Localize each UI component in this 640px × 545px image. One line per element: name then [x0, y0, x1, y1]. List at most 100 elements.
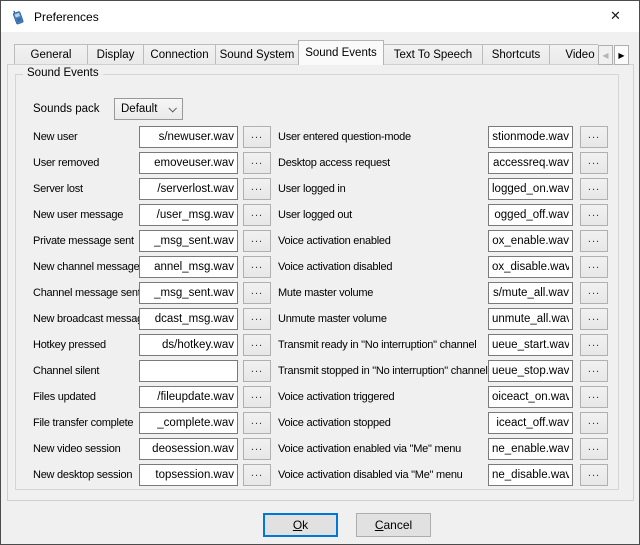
sound-file-input[interactable]: [139, 152, 238, 174]
event-row: Mute master volume ...: [278, 282, 608, 304]
sound-file-input[interactable]: [488, 152, 573, 174]
tab-sound-system[interactable]: Sound System: [215, 44, 299, 65]
tab-general[interactable]: General: [14, 44, 88, 65]
browse-button[interactable]: ...: [580, 204, 608, 226]
tab-video[interactable]: Video: [549, 44, 598, 65]
sound-file-input[interactable]: [139, 126, 238, 148]
event-label: Private message sent: [33, 235, 139, 247]
browse-button[interactable]: ...: [243, 412, 271, 434]
event-label: Transmit ready in "No interruption" chan…: [278, 339, 488, 351]
ellipsis-icon: ...: [251, 286, 263, 297]
tab-connection[interactable]: Connection: [143, 44, 216, 65]
sound-file-input[interactable]: [139, 308, 238, 330]
browse-button[interactable]: ...: [580, 308, 608, 330]
sound-file-input[interactable]: [488, 438, 573, 460]
browse-button[interactable]: ...: [243, 438, 271, 460]
close-button[interactable]: ✕: [593, 1, 638, 31]
sound-file-input[interactable]: [488, 282, 573, 304]
browse-button[interactable]: ...: [580, 464, 608, 486]
sound-file-input[interactable]: [488, 256, 573, 278]
browse-button[interactable]: ...: [580, 178, 608, 200]
sound-file-input[interactable]: [488, 386, 573, 408]
event-row: New broadcast message ...: [33, 308, 271, 330]
sound-file-input[interactable]: [139, 256, 238, 278]
sound-file-input[interactable]: [488, 464, 573, 486]
tab-bar: General Display Connection Sound System …: [14, 40, 598, 65]
tab-sound-events[interactable]: Sound Events: [298, 40, 384, 65]
teamtalk-app-icon: [10, 9, 26, 25]
ellipsis-icon: ...: [251, 364, 263, 375]
event-label: Voice activation triggered: [278, 391, 488, 403]
ellipsis-icon: ...: [251, 338, 263, 349]
sound-file-input[interactable]: [488, 204, 573, 226]
event-label: Voice activation enabled via "Me" menu: [278, 443, 488, 455]
cancel-button[interactable]: Cancel: [356, 513, 431, 537]
tab-shortcuts[interactable]: Shortcuts: [482, 44, 550, 65]
arrow-right-icon: ▶: [618, 51, 624, 60]
event-row: Transmit ready in "No interruption" chan…: [278, 334, 608, 356]
groupbox-title: Sound Events: [23, 67, 103, 79]
event-label: New video session: [33, 443, 139, 455]
browse-button[interactable]: ...: [243, 334, 271, 356]
browse-button[interactable]: ...: [580, 152, 608, 174]
browse-button[interactable]: ...: [243, 360, 271, 382]
sound-file-input[interactable]: [139, 464, 238, 486]
sounds-pack-select[interactable]: Default: [114, 98, 183, 120]
browse-button[interactable]: ...: [243, 230, 271, 252]
browse-button[interactable]: ...: [243, 204, 271, 226]
event-row: User logged in ...: [278, 178, 608, 200]
event-row: New desktop session ...: [33, 464, 271, 486]
browse-button[interactable]: ...: [243, 386, 271, 408]
sound-file-input[interactable]: [139, 386, 238, 408]
ok-button[interactable]: Ok: [263, 513, 338, 537]
browse-button[interactable]: ...: [580, 386, 608, 408]
sound-file-input[interactable]: [488, 334, 573, 356]
sound-file-input[interactable]: [488, 308, 573, 330]
event-row: Server lost ...: [33, 178, 271, 200]
browse-button[interactable]: ...: [580, 360, 608, 382]
browse-button[interactable]: ...: [243, 308, 271, 330]
event-row: Hotkey pressed ...: [33, 334, 271, 356]
ellipsis-icon: ...: [251, 390, 263, 401]
sound-file-input[interactable]: [488, 360, 573, 382]
tab-scroll-left-button[interactable]: ◀: [598, 45, 613, 65]
sound-file-input[interactable]: [488, 126, 573, 148]
sound-file-input[interactable]: [139, 230, 238, 252]
ellipsis-icon: ...: [251, 208, 263, 219]
sound-file-input[interactable]: [139, 412, 238, 434]
ellipsis-icon: ...: [588, 338, 600, 349]
browse-button[interactable]: ...: [580, 230, 608, 252]
browse-button[interactable]: ...: [243, 282, 271, 304]
sound-file-input[interactable]: [488, 230, 573, 252]
sound-file-input[interactable]: [139, 360, 238, 382]
browse-button[interactable]: ...: [580, 438, 608, 460]
sound-events-groupbox: Sound Events Sounds pack Default New use…: [15, 74, 619, 490]
tab-text-to-speech[interactable]: Text To Speech: [383, 44, 483, 65]
browse-button[interactable]: ...: [243, 126, 271, 148]
browse-button[interactable]: ...: [580, 412, 608, 434]
sound-file-input[interactable]: [488, 178, 573, 200]
sound-file-input[interactable]: [139, 438, 238, 460]
sound-file-input[interactable]: [139, 178, 238, 200]
sound-file-input[interactable]: [139, 282, 238, 304]
browse-button[interactable]: ...: [580, 256, 608, 278]
sound-file-input[interactable]: [139, 204, 238, 226]
event-label: Server lost: [33, 183, 139, 195]
event-label: New desktop session: [33, 469, 139, 481]
event-label: File transfer complete: [33, 417, 139, 429]
sounds-pack-value: Default: [121, 103, 157, 115]
sound-file-input[interactable]: [139, 334, 238, 356]
browse-button[interactable]: ...: [580, 334, 608, 356]
browse-button[interactable]: ...: [243, 256, 271, 278]
tab-scroll-right-button[interactable]: ▶: [614, 45, 629, 65]
browse-button[interactable]: ...: [580, 282, 608, 304]
event-label: New user: [33, 131, 139, 143]
browse-button[interactable]: ...: [580, 126, 608, 148]
tab-display[interactable]: Display: [87, 44, 144, 65]
event-row: Voice activation triggered ...: [278, 386, 608, 408]
browse-button[interactable]: ...: [243, 178, 271, 200]
sound-file-input[interactable]: [488, 412, 573, 434]
browse-button[interactable]: ...: [243, 464, 271, 486]
browse-button[interactable]: ...: [243, 152, 271, 174]
event-row: Channel silent ...: [33, 360, 271, 382]
